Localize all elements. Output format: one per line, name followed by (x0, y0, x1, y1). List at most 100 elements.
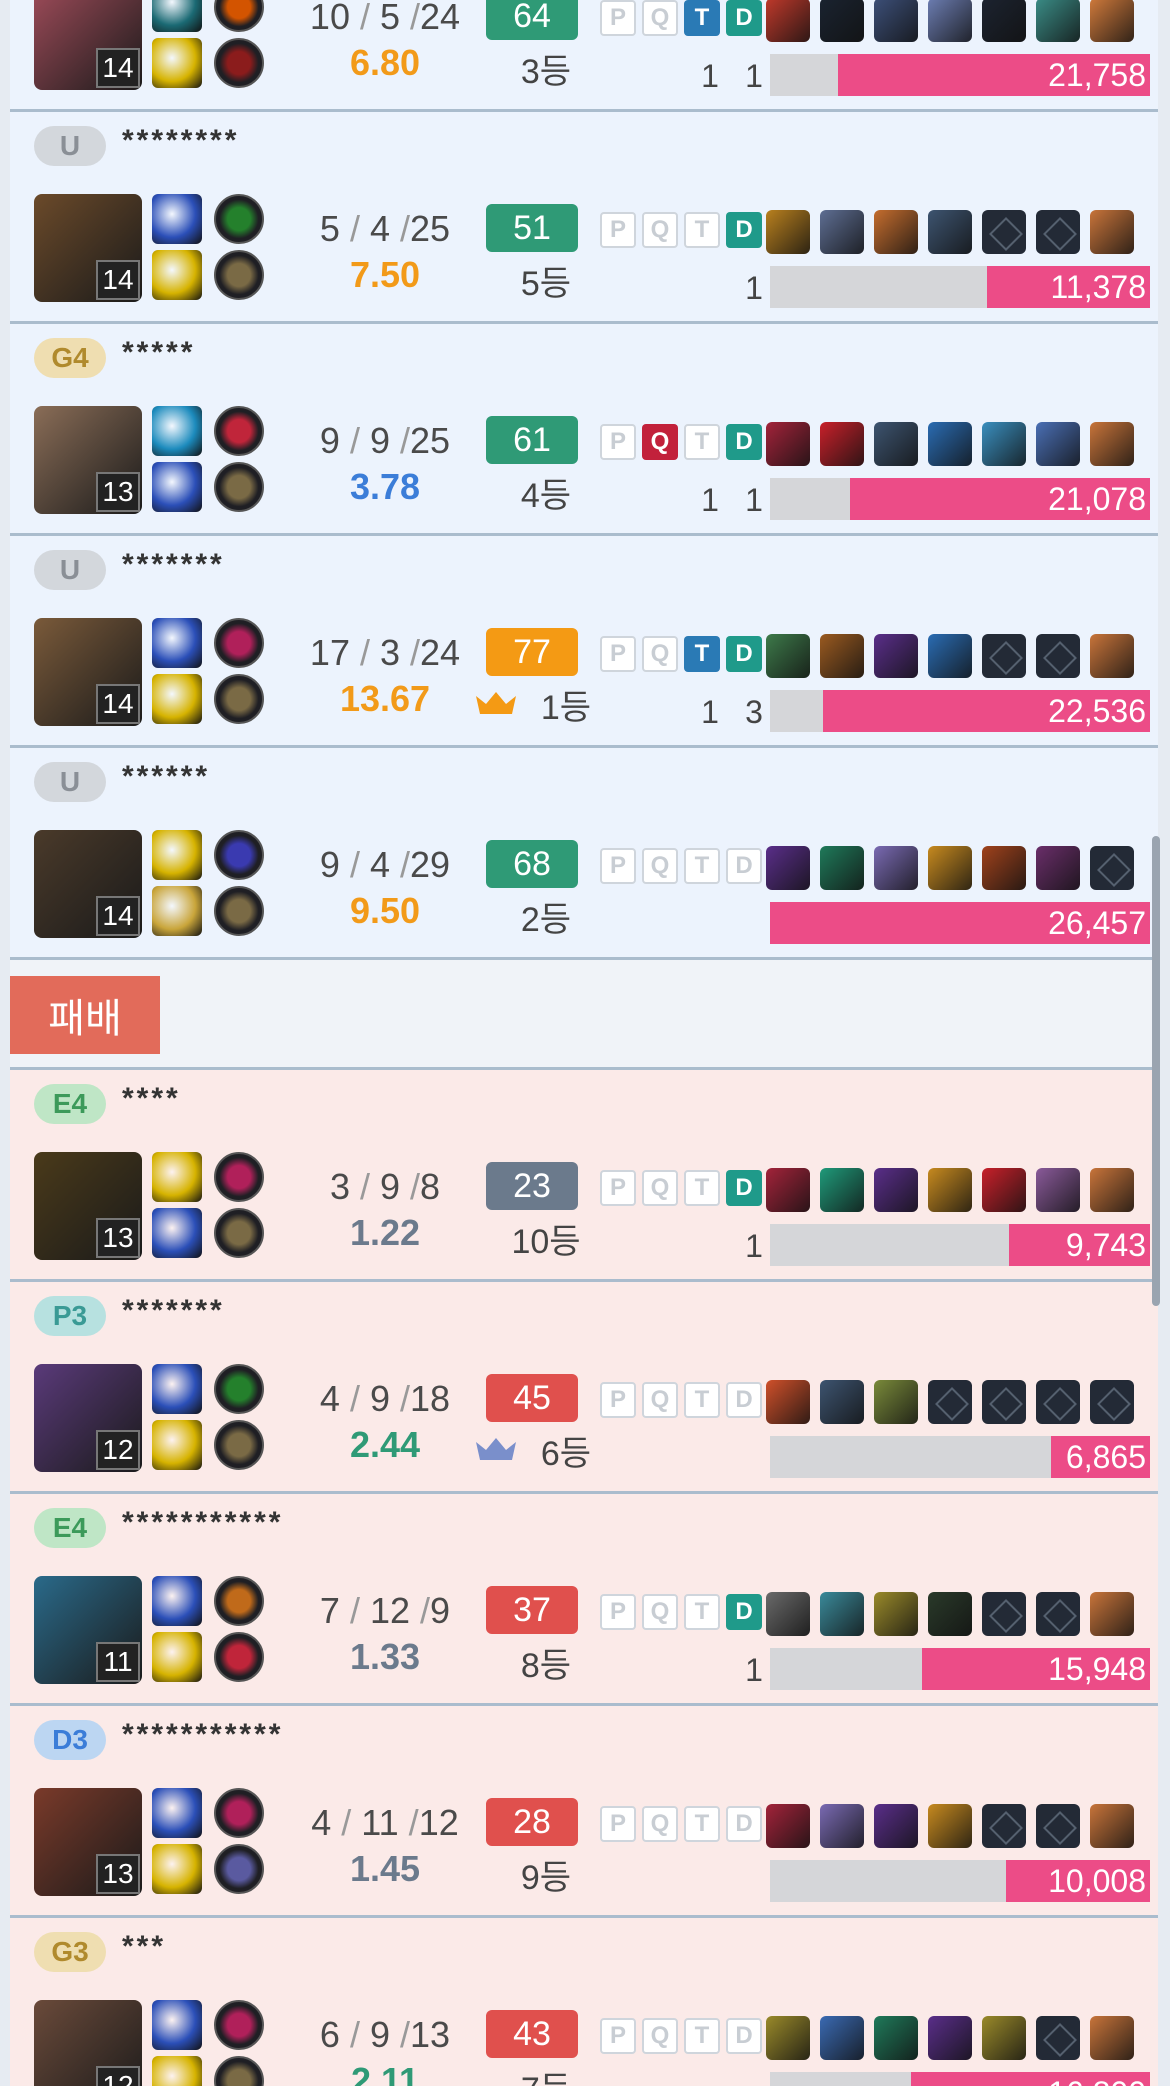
champion-portrait[interactable]: 11 (34, 1576, 142, 1684)
item-icon[interactable] (982, 422, 1026, 466)
summoner-spell-icon[interactable] (152, 1576, 202, 1626)
summoner-name[interactable]: ******* (122, 1294, 225, 1328)
item-icon[interactable] (874, 422, 918, 466)
champion-portrait[interactable]: 13 (34, 406, 142, 514)
item-icon[interactable] (820, 0, 864, 42)
item-icon[interactable] (766, 1592, 810, 1636)
item-icon[interactable] (766, 1380, 810, 1424)
rune-icon[interactable] (214, 250, 264, 300)
item-icon[interactable] (928, 1592, 972, 1636)
item-icon[interactable] (1090, 1168, 1134, 1212)
item-icon[interactable] (874, 846, 918, 890)
item-icon[interactable] (1036, 846, 1080, 890)
champion-portrait[interactable]: 14 (34, 194, 142, 302)
rune-icon[interactable] (214, 0, 264, 32)
summoner-spell-icon[interactable] (152, 406, 202, 456)
rune-icon[interactable] (214, 830, 264, 880)
champion-portrait[interactable]: 14 (34, 830, 142, 938)
item-icon[interactable] (874, 1168, 918, 1212)
empty-item-slot[interactable] (1036, 1380, 1080, 1424)
item-icon[interactable] (1090, 634, 1134, 678)
item-icon[interactable] (1090, 2016, 1134, 2060)
item-icon[interactable] (874, 0, 918, 42)
champion-portrait[interactable]: 12 (34, 2000, 142, 2086)
empty-item-slot[interactable] (1036, 210, 1080, 254)
player-row[interactable]: P3 ******* 12 4 / 9 /18 2.44 45 6등 P Q T D 6,865 (10, 1282, 1158, 1494)
item-icon[interactable] (928, 1804, 972, 1848)
rune-icon[interactable] (214, 194, 264, 244)
item-icon[interactable] (820, 634, 864, 678)
empty-item-slot[interactable] (982, 210, 1026, 254)
summoner-name[interactable]: ****** (122, 760, 210, 794)
item-icon[interactable] (820, 2016, 864, 2060)
item-icon[interactable] (982, 2016, 1026, 2060)
item-icon[interactable] (766, 0, 810, 42)
summoner-spell-icon[interactable] (152, 674, 202, 724)
empty-item-slot[interactable] (1036, 1592, 1080, 1636)
item-icon[interactable] (1090, 1804, 1134, 1848)
rune-icon[interactable] (214, 1788, 264, 1838)
summoner-spell-icon[interactable] (152, 1208, 202, 1258)
summoner-spell-icon[interactable] (152, 1152, 202, 1202)
empty-item-slot[interactable] (928, 1380, 972, 1424)
rune-icon[interactable] (214, 1844, 264, 1894)
summoner-spell-icon[interactable] (152, 618, 202, 668)
empty-item-slot[interactable] (1090, 846, 1134, 890)
item-icon[interactable] (820, 1380, 864, 1424)
item-icon[interactable] (928, 0, 972, 42)
summoner-spell-icon[interactable] (152, 830, 202, 880)
item-icon[interactable] (982, 846, 1026, 890)
player-row[interactable]: E4 *********** 11 7 / 12 /9 1.33 37 8등 P Q T D 1 15,… (10, 1494, 1158, 1706)
summoner-spell-icon[interactable] (152, 2000, 202, 2050)
summoner-spell-icon[interactable] (152, 250, 202, 300)
rune-icon[interactable] (214, 1420, 264, 1470)
summoner-name[interactable]: *********** (122, 1718, 283, 1752)
rune-icon[interactable] (214, 2000, 264, 2050)
item-icon[interactable] (982, 0, 1026, 42)
rune-icon[interactable] (214, 1576, 264, 1626)
item-icon[interactable] (874, 1592, 918, 1636)
item-icon[interactable] (874, 1380, 918, 1424)
item-icon[interactable] (766, 422, 810, 466)
item-icon[interactable] (820, 422, 864, 466)
item-icon[interactable] (982, 1168, 1026, 1212)
summoner-spell-icon[interactable] (152, 1844, 202, 1894)
summoner-spell-icon[interactable] (152, 462, 202, 512)
summoner-name[interactable]: *********** (122, 1506, 283, 1540)
player-row[interactable]: G4 ***** 13 9 / 9 /25 3.78 61 4등 P Q T D 1 1 21,078 (10, 324, 1158, 536)
summoner-spell-icon[interactable] (152, 886, 202, 936)
item-icon[interactable] (766, 210, 810, 254)
item-icon[interactable] (766, 846, 810, 890)
champion-portrait[interactable]: 13 (34, 1788, 142, 1896)
player-row[interactable]: U ******** 14 5 / 4 /25 7.50 51 5등 P Q T D 1 11,378 (10, 112, 1158, 324)
player-row[interactable]: D3 *********** 13 4 / 11 /12 1.45 28 9등 P Q T D 10,… (10, 1706, 1158, 1918)
player-row[interactable]: E4 **** 13 3 / 9 /8 1.22 23 10등 P Q T D 1 9,743 (10, 1070, 1158, 1282)
empty-item-slot[interactable] (1036, 634, 1080, 678)
player-row[interactable]: G3***126 / 9 /132.11437등PQTD16,800 (10, 1918, 1158, 2086)
rune-icon[interactable] (214, 1632, 264, 1682)
item-icon[interactable] (1090, 0, 1134, 42)
item-icon[interactable] (820, 210, 864, 254)
item-icon[interactable] (874, 210, 918, 254)
rune-icon[interactable] (214, 618, 264, 668)
item-icon[interactable] (928, 1168, 972, 1212)
rune-icon[interactable] (214, 2056, 264, 2086)
summoner-name[interactable]: ******** (122, 124, 239, 158)
empty-item-slot[interactable] (982, 1380, 1026, 1424)
empty-item-slot[interactable] (982, 1592, 1026, 1636)
player-row[interactable]: 14 10 / 5 /24 6.80 64 3등 P Q T D 1 1 21,758 (10, 0, 1158, 112)
player-row[interactable]: U ******* 14 17 / 3 /24 13.67 77 1등 P Q T D 1 3 22,53… (10, 536, 1158, 748)
rune-icon[interactable] (214, 674, 264, 724)
summoner-name[interactable]: **** (122, 1082, 181, 1116)
rune-icon[interactable] (214, 38, 264, 88)
summoner-name[interactable]: *** (122, 1930, 166, 1964)
item-icon[interactable] (874, 634, 918, 678)
item-icon[interactable] (1036, 0, 1080, 42)
item-icon[interactable] (820, 1592, 864, 1636)
empty-item-slot[interactable] (982, 1804, 1026, 1848)
item-icon[interactable] (766, 1804, 810, 1848)
item-icon[interactable] (766, 2016, 810, 2060)
item-icon[interactable] (1090, 422, 1134, 466)
item-icon[interactable] (928, 634, 972, 678)
rune-icon[interactable] (214, 1364, 264, 1414)
